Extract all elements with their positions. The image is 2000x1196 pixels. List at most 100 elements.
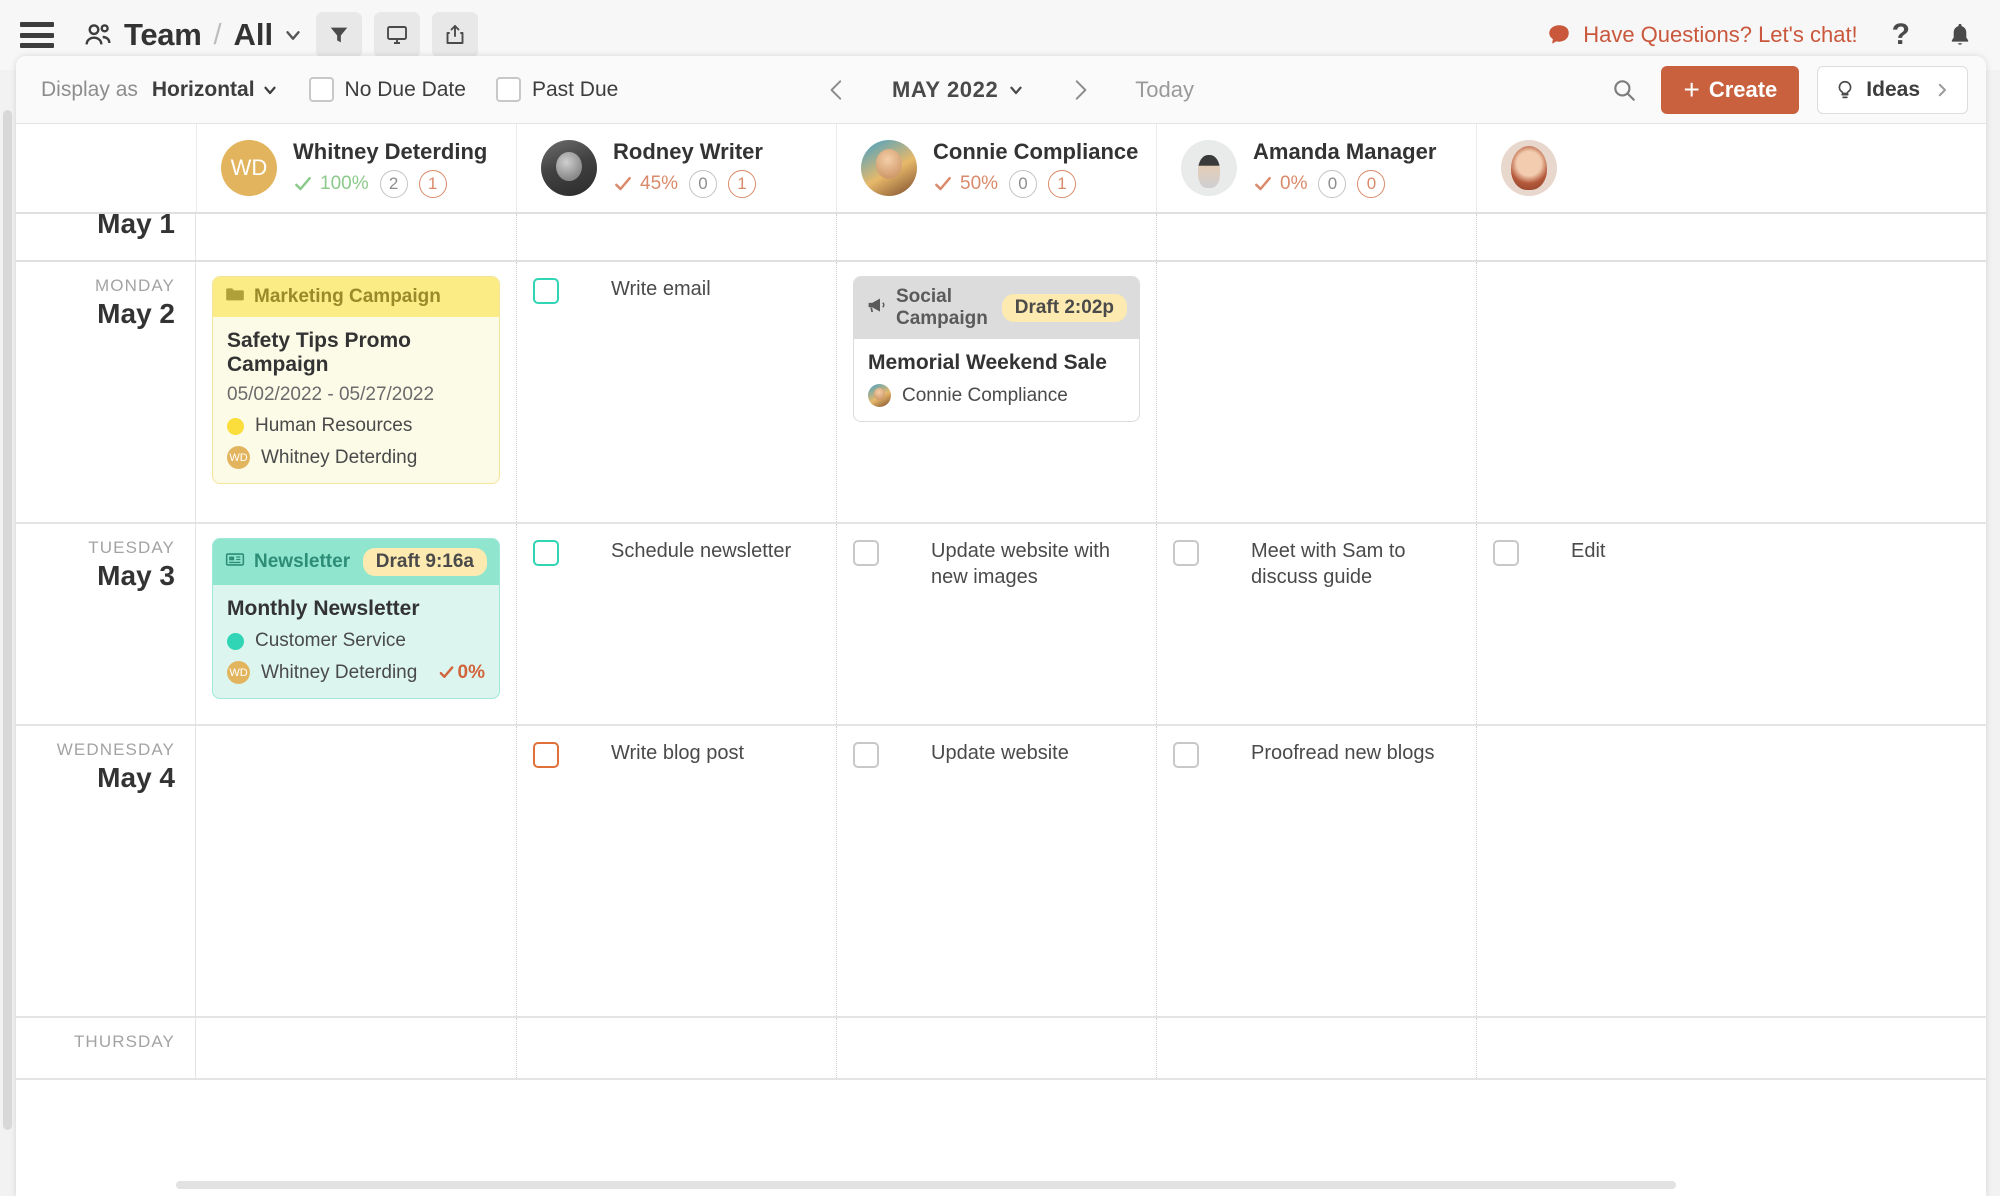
cell-amanda[interactable] bbox=[1156, 214, 1476, 260]
search-icon[interactable] bbox=[1593, 77, 1655, 103]
cell-rodney[interactable]: Schedule newsletter bbox=[516, 524, 836, 724]
newspaper-icon bbox=[225, 551, 245, 574]
chat-link[interactable]: Have Questions? Let's chat! bbox=[1546, 22, 1857, 48]
task-checkbox[interactable] bbox=[853, 742, 879, 768]
create-button[interactable]: + Create bbox=[1661, 66, 1799, 114]
create-button-label: Create bbox=[1709, 77, 1777, 103]
task-checkbox[interactable] bbox=[1493, 540, 1519, 566]
breadcrumb-scope[interactable]: All bbox=[234, 17, 274, 53]
person-stats: 100% 2 1 bbox=[293, 170, 487, 198]
past-due-checkbox[interactable]: Past Due bbox=[496, 77, 618, 102]
cell-rodney[interactable] bbox=[516, 1018, 836, 1078]
cell-fifth[interactable] bbox=[1476, 1018, 1796, 1078]
cell-connie[interactable]: Update website bbox=[836, 726, 1156, 1016]
person-column-rodney[interactable]: Rodney Writer 45% 0 1 bbox=[516, 124, 836, 212]
day-gutter: WEDNESDAY May 4 bbox=[16, 726, 196, 1016]
card-assignee: Connie Compliance bbox=[868, 384, 1125, 407]
chevron-down-icon bbox=[1007, 81, 1025, 99]
card-title: Memorial Weekend Sale bbox=[868, 351, 1125, 375]
horizontal-scrollbar[interactable] bbox=[16, 1177, 1986, 1193]
day-cells bbox=[196, 1018, 1986, 1078]
breadcrumb-team[interactable]: Team bbox=[124, 17, 201, 53]
bell-icon[interactable] bbox=[1946, 21, 1974, 49]
day-date: May 1 bbox=[16, 214, 175, 240]
category-label: Human Resources bbox=[255, 415, 412, 437]
main-panel: Display as Horizontal No Due Date Past D… bbox=[16, 56, 1986, 1196]
cell-fifth[interactable]: Edit bbox=[1476, 524, 1796, 724]
task-item[interactable]: Write blog post bbox=[533, 740, 820, 768]
person-column-amanda[interactable]: Amanda Manager 0% 0 0 bbox=[1156, 124, 1476, 212]
cell-amanda[interactable]: Meet with Sam to discuss guide bbox=[1156, 524, 1476, 724]
task-checkbox[interactable] bbox=[853, 540, 879, 566]
task-checkbox[interactable] bbox=[533, 540, 559, 566]
task-item[interactable]: Update website with new images bbox=[853, 538, 1140, 590]
no-due-date-checkbox[interactable]: No Due Date bbox=[309, 77, 466, 102]
task-checkbox[interactable] bbox=[533, 278, 559, 304]
project-card-social-campaign[interactable]: Social Campaign Draft 2:02p Memorial Wee… bbox=[853, 276, 1140, 422]
avatar-initials: WD bbox=[231, 155, 268, 181]
person-name: Whitney Deterding bbox=[293, 139, 487, 165]
cell-fifth[interactable] bbox=[1476, 214, 1796, 260]
cell-whitney[interactable] bbox=[196, 214, 516, 260]
monitor-icon[interactable] bbox=[374, 12, 420, 58]
day-cells: Write blog post Update website Proofread… bbox=[196, 726, 1986, 1016]
today-button[interactable]: Today bbox=[1135, 77, 1194, 103]
cell-connie[interactable]: Update website with new images bbox=[836, 524, 1156, 724]
person-name: Connie Compliance bbox=[933, 139, 1138, 165]
avatar-initials: WD bbox=[229, 452, 247, 464]
task-checkbox[interactable] bbox=[533, 742, 559, 768]
month-selector[interactable]: MAY 2022 bbox=[866, 77, 1051, 103]
project-card-marketing-campaign[interactable]: Marketing Campaign Safety Tips Promo Cam… bbox=[212, 276, 500, 484]
cell-amanda[interactable] bbox=[1156, 1018, 1476, 1078]
person-column-whitney[interactable]: WD Whitney Deterding 100% 2 1 bbox=[196, 124, 516, 212]
task-checkbox[interactable] bbox=[1173, 742, 1199, 768]
task-item[interactable]: Schedule newsletter bbox=[533, 538, 820, 566]
cell-amanda[interactable]: Proofread new blogs bbox=[1156, 726, 1476, 1016]
cell-connie[interactable] bbox=[836, 1018, 1156, 1078]
avatar bbox=[1501, 140, 1557, 196]
cell-rodney[interactable] bbox=[516, 214, 836, 260]
share-icon[interactable] bbox=[432, 12, 478, 58]
chevron-down-icon[interactable] bbox=[282, 24, 304, 46]
next-month-button[interactable] bbox=[1051, 75, 1109, 105]
person-column-connie[interactable]: Connie Compliance 50% 0 1 bbox=[836, 124, 1156, 212]
help-icon[interactable]: ? bbox=[1892, 18, 1910, 52]
filter-icon[interactable] bbox=[316, 12, 362, 58]
assignee-label: Connie Compliance bbox=[902, 385, 1068, 407]
person-column-partial[interactable] bbox=[1476, 124, 1796, 212]
cell-fifth[interactable] bbox=[1476, 262, 1796, 522]
check-icon bbox=[293, 174, 313, 194]
avatar bbox=[573, 540, 599, 566]
task-item[interactable]: Write email bbox=[533, 276, 820, 304]
task-item[interactable]: Update website bbox=[853, 740, 1140, 768]
prev-month-button[interactable] bbox=[808, 75, 866, 105]
cell-whitney[interactable] bbox=[196, 1018, 516, 1078]
display-as-select[interactable]: Horizontal bbox=[152, 78, 279, 102]
hamburger-icon[interactable] bbox=[20, 22, 54, 48]
task-item[interactable]: Proofread new blogs bbox=[1173, 740, 1460, 768]
cell-connie[interactable]: Social Campaign Draft 2:02p Memorial Wee… bbox=[836, 262, 1156, 522]
vertical-scrollbar[interactable] bbox=[3, 110, 12, 1130]
card-category: Human Resources bbox=[227, 415, 485, 437]
ideas-button[interactable]: Ideas bbox=[1817, 66, 1968, 114]
cell-whitney[interactable] bbox=[196, 726, 516, 1016]
draft-badge: Draft 9:16a bbox=[363, 548, 487, 576]
cell-rodney[interactable]: Write email bbox=[516, 262, 836, 522]
task-item[interactable]: Edit bbox=[1493, 538, 1780, 566]
person-percent: 0% bbox=[1280, 173, 1307, 195]
cell-whitney[interactable]: Newsletter Draft 9:16a Monthly Newslette… bbox=[196, 524, 516, 724]
check-icon bbox=[438, 664, 455, 681]
people-header-row: WD Whitney Deterding 100% 2 1 Rodney Wri… bbox=[16, 124, 1986, 214]
project-card-newsletter[interactable]: Newsletter Draft 9:16a Monthly Newslette… bbox=[212, 538, 500, 699]
cell-fifth[interactable] bbox=[1476, 726, 1796, 1016]
cell-rodney[interactable]: Write blog post bbox=[516, 726, 836, 1016]
person-count-orange: 0 bbox=[1357, 170, 1385, 198]
task-checkbox[interactable] bbox=[1173, 540, 1199, 566]
cell-whitney[interactable]: Marketing Campaign Safety Tips Promo Cam… bbox=[196, 262, 516, 522]
task-label: Update website bbox=[931, 740, 1069, 766]
display-as-label: Display as bbox=[41, 78, 138, 102]
person-count-orange: 1 bbox=[728, 170, 756, 198]
cell-connie[interactable] bbox=[836, 214, 1156, 260]
cell-amanda[interactable] bbox=[1156, 262, 1476, 522]
task-item[interactable]: Meet with Sam to discuss guide bbox=[1173, 538, 1460, 590]
